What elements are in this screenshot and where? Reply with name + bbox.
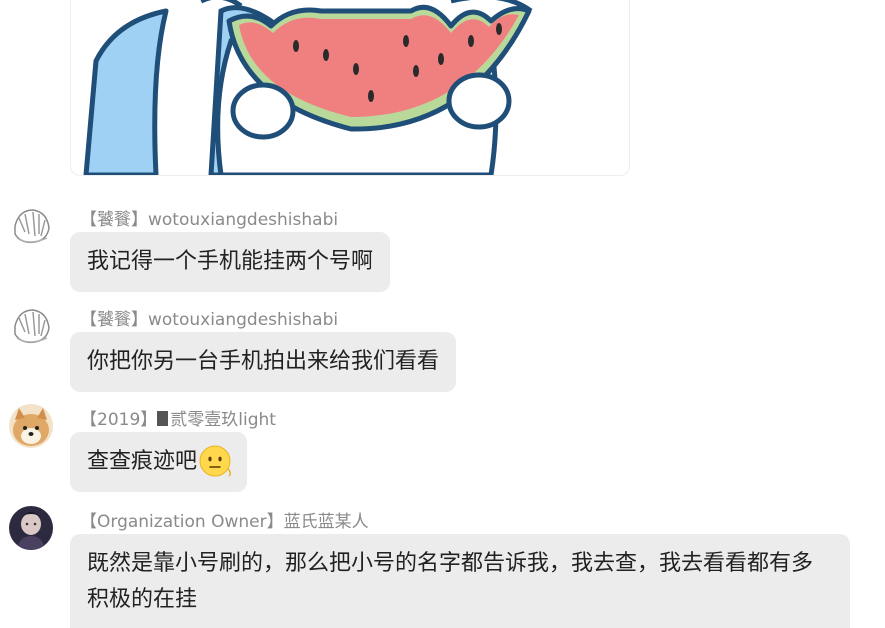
sender-tag: 【2019】 [80, 410, 158, 430]
message-bubble[interactable]: 既然是靠小号刷的，那么把小号的名字都告诉我，我去查，我去看看都有多积极的在挂 [70, 534, 850, 628]
avatar[interactable] [9, 404, 53, 448]
sender-label: 【饕餮】wotouxiangdeshishabi [80, 210, 338, 230]
message-text: 查查痕迹吧 [87, 449, 198, 474]
sender-tag: 【饕餮】 [80, 210, 148, 230]
redacted-block-icon [157, 411, 169, 426]
anime-character-avatar-icon [9, 506, 53, 550]
message-text: 既然是靠小号刷的，那么把小号的名字都告诉我，我去查，我去看看都有多积极的在挂 [87, 551, 814, 612]
sender-name: 贰零壹玖light [170, 410, 276, 430]
avatar[interactable] [9, 304, 53, 348]
sender-tag: 【Organization Owner】 [80, 512, 284, 532]
sticker-image-message[interactable] [70, 0, 630, 176]
chat-window: 【饕餮】wotouxiangdeshishabi 我记得一个手机能挂两个号啊 【… [0, 0, 885, 628]
sender-tag: 【饕餮】 [80, 310, 148, 330]
sender-name: wotouxiangdeshishabi [148, 210, 339, 230]
sketch-avatar-icon [9, 204, 53, 248]
slightly-smiling-face-emoji-icon [199, 445, 232, 477]
avatar[interactable] [9, 204, 53, 248]
message-text: 我记得一个手机能挂两个号啊 [87, 249, 374, 274]
shiba-dog-avatar-icon [9, 404, 53, 448]
avatar[interactable] [9, 506, 53, 550]
sender-label: 【2019】 贰零壹玖light [80, 410, 276, 430]
message-bubble[interactable]: 你把你另一台手机拍出来给我们看看 [70, 332, 457, 392]
sender-label: 【Organization Owner】蓝氏蓝某人 [80, 512, 369, 532]
sender-name: wotouxiangdeshishabi [148, 310, 339, 330]
message-bubble[interactable]: 查查痕迹吧 [70, 432, 248, 492]
message-bubble[interactable]: 我记得一个手机能挂两个号啊 [70, 232, 391, 292]
sketch-avatar-icon [9, 304, 53, 348]
sender-label: 【饕餮】wotouxiangdeshishabi [80, 310, 338, 330]
watermelon-sticker-icon [83, 0, 533, 175]
message-text: 你把你另一台手机拍出来给我们看看 [87, 349, 440, 374]
sender-name: 蓝氏蓝某人 [283, 512, 369, 532]
